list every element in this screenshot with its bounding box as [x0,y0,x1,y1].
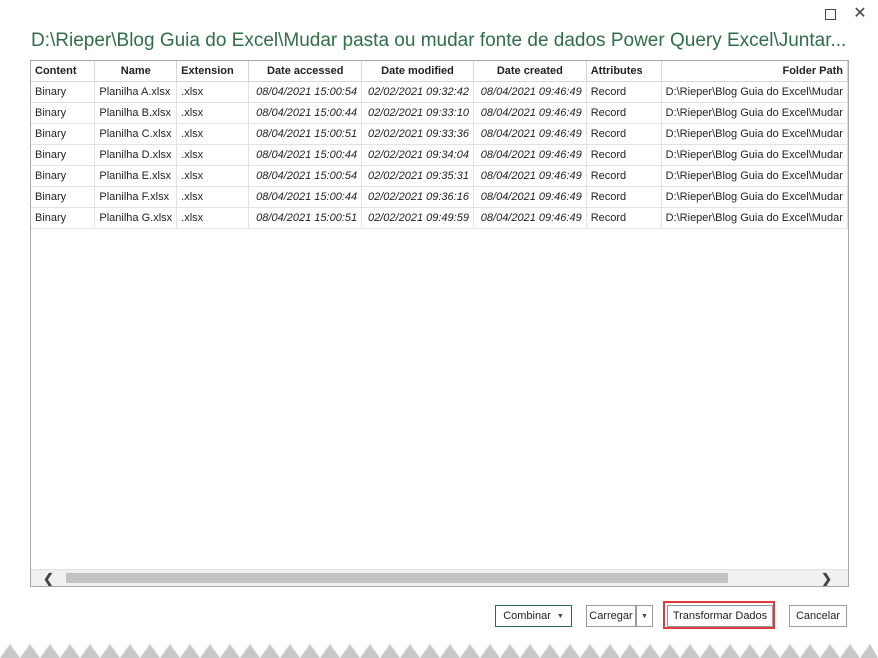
table-cell[interactable]: D:\Rieper\Blog Guia do Excel\Mudar [661,102,848,124]
table-row[interactable]: Binary Planilha C.xlsx .xlsx 08/04/2021 15:… [31,123,848,145]
table-cell[interactable]: .xlsx [176,186,250,208]
table-cell[interactable]: Binary [31,186,96,208]
header-row: Content Name Extension Date accessed Dat… [31,61,848,82]
column-header[interactable]: Extension [176,61,250,82]
table-cell[interactable]: Binary [31,123,96,145]
table-cell[interactable]: .xlsx [176,144,250,166]
table-cell[interactable]: Binary [31,144,96,166]
table-cell[interactable]: Planilha G.xlsx [94,207,178,229]
table-cell[interactable]: 02/02/2021 09:49:59 [361,207,474,229]
carregar-label: Carregar [589,610,633,622]
close-icon: ✕ [853,5,867,22]
table-cell[interactable]: Record [586,207,662,229]
table-cell[interactable]: .xlsx [176,165,250,187]
combinar-button[interactable]: Combinar ▼ [495,605,572,627]
table-cell[interactable]: .xlsx [176,81,250,103]
table-cell[interactable]: 08/04/2021 15:00:54 [248,81,363,103]
cancelar-label: Cancelar [795,610,841,622]
column-header[interactable]: Date accessed [248,61,363,82]
table-cell[interactable]: Binary [31,81,96,103]
table-cell[interactable]: 08/04/2021 15:00:44 [248,102,363,124]
table-cell[interactable]: Record [586,81,662,103]
dropdown-arrow-icon: ▼ [641,612,648,620]
table-cell[interactable]: .xlsx [176,123,250,145]
transformar-dados-button[interactable]: Transformar Dados [667,605,773,627]
maximize-icon [824,8,836,20]
table-cell[interactable]: Planilha E.xlsx [94,165,178,187]
table-cell[interactable]: D:\Rieper\Blog Guia do Excel\Mudar [661,81,848,103]
horizontal-scrollbar[interactable]: ❮ ❯ [31,569,848,586]
file-table: Content Name Extension Date accessed Dat… [31,61,848,229]
table-cell[interactable]: Binary [31,165,96,187]
column-header[interactable]: Date created [473,61,587,82]
table-cell[interactable]: D:\Rieper\Blog Guia do Excel\Mudar [661,207,848,229]
table-cell[interactable]: D:\Rieper\Blog Guia do Excel\Mudar [661,165,848,187]
table-cell[interactable]: D:\Rieper\Blog Guia do Excel\Mudar [661,144,848,166]
close-button[interactable]: ✕ [850,4,870,24]
table-cell[interactable]: 02/02/2021 09:36:16 [361,186,474,208]
cancelar-button[interactable]: Cancelar [789,605,847,627]
table-cell[interactable]: Binary [31,102,96,124]
table-cell[interactable]: 08/04/2021 15:00:44 [248,186,363,208]
table-cell[interactable]: Binary [31,207,96,229]
table-cell[interactable]: 08/04/2021 09:46:49 [473,144,587,166]
file-list-grid: Content Name Extension Date accessed Dat… [30,60,849,587]
table-cell[interactable]: Planilha B.xlsx [94,102,178,124]
table-cell[interactable]: 08/04/2021 09:46:49 [473,123,587,145]
table-row[interactable]: Binary Planilha B.xlsx .xlsx 08/04/2021 15:… [31,102,848,124]
carregar-dropdown-button[interactable]: ▼ [636,605,653,627]
table-cell[interactable]: Record [586,123,662,145]
combinar-label: Combinar [503,610,551,622]
table-cell[interactable]: 08/04/2021 09:46:49 [473,186,587,208]
scrollbar-thumb[interactable] [66,573,728,583]
column-header[interactable]: Name [94,61,178,82]
table-cell[interactable]: D:\Rieper\Blog Guia do Excel\Mudar [661,186,848,208]
table-cell[interactable]: 08/04/2021 15:00:44 [248,144,363,166]
table-cell[interactable]: 02/02/2021 09:34:04 [361,144,474,166]
dropdown-arrow-icon: ▼ [556,612,564,620]
table-cell[interactable]: 08/04/2021 15:00:54 [248,165,363,187]
column-header[interactable]: Date modified [361,61,474,82]
table-cell[interactable]: Record [586,165,662,187]
column-header[interactable]: Content [31,61,96,82]
table-cell[interactable]: 02/02/2021 09:35:31 [361,165,474,187]
table-cell[interactable]: .xlsx [176,102,250,124]
table-cell[interactable]: .xlsx [176,207,250,229]
maximize-button[interactable] [820,4,840,24]
table-cell[interactable]: 08/04/2021 15:00:51 [248,123,363,145]
chevron-left-icon[interactable]: ❮ [43,571,54,586]
table-cell[interactable]: Record [586,186,662,208]
table-cell[interactable]: 08/04/2021 09:46:49 [473,81,587,103]
table-row[interactable]: Binary Planilha E.xlsx .xlsx 08/04/2021 15:… [31,165,848,187]
table-row[interactable]: Binary Planilha D.xlsx .xlsx 08/04/2021 15:… [31,144,848,166]
table-cell[interactable]: 08/04/2021 09:46:49 [473,207,587,229]
dialog-title: D:\Rieper\Blog Guia do Excel\Mudar pasta… [31,30,847,51]
table-cell[interactable]: Planilha A.xlsx [94,81,178,103]
column-header[interactable]: Attributes [586,61,662,82]
table-cell[interactable]: Planilha D.xlsx [94,144,178,166]
table-cell[interactable]: 02/02/2021 09:33:36 [361,123,474,145]
table-cell[interactable]: Record [586,102,662,124]
table-cell[interactable]: Record [586,144,662,166]
table-cell[interactable]: 02/02/2021 09:32:42 [361,81,474,103]
column-header[interactable]: Folder Path [661,61,848,82]
carregar-button[interactable]: Carregar [586,605,636,627]
table-row[interactable]: Binary Planilha F.xlsx .xlsx 08/04/2021 15:… [31,186,848,208]
table-cell[interactable]: D:\Rieper\Blog Guia do Excel\Mudar [661,123,848,145]
table-cell[interactable]: Planilha C.xlsx [94,123,178,145]
table-row[interactable]: Binary Planilha G.xlsx .xlsx 08/04/2021 15:… [31,207,848,229]
table-cell[interactable]: Planilha F.xlsx [94,186,178,208]
chevron-right-icon[interactable]: ❯ [821,571,832,586]
torn-edge-decoration [0,644,878,658]
table-cell[interactable]: 02/02/2021 09:33:10 [361,102,474,124]
table-row[interactable]: Binary Planilha A.xlsx .xlsx 08/04/2021 15:… [31,81,848,103]
transformar-label: Transformar Dados [672,610,768,622]
table-cell[interactable]: 08/04/2021 15:00:51 [248,207,363,229]
table-cell[interactable]: 08/04/2021 09:46:49 [473,102,587,124]
table-cell[interactable]: 08/04/2021 09:46:49 [473,165,587,187]
